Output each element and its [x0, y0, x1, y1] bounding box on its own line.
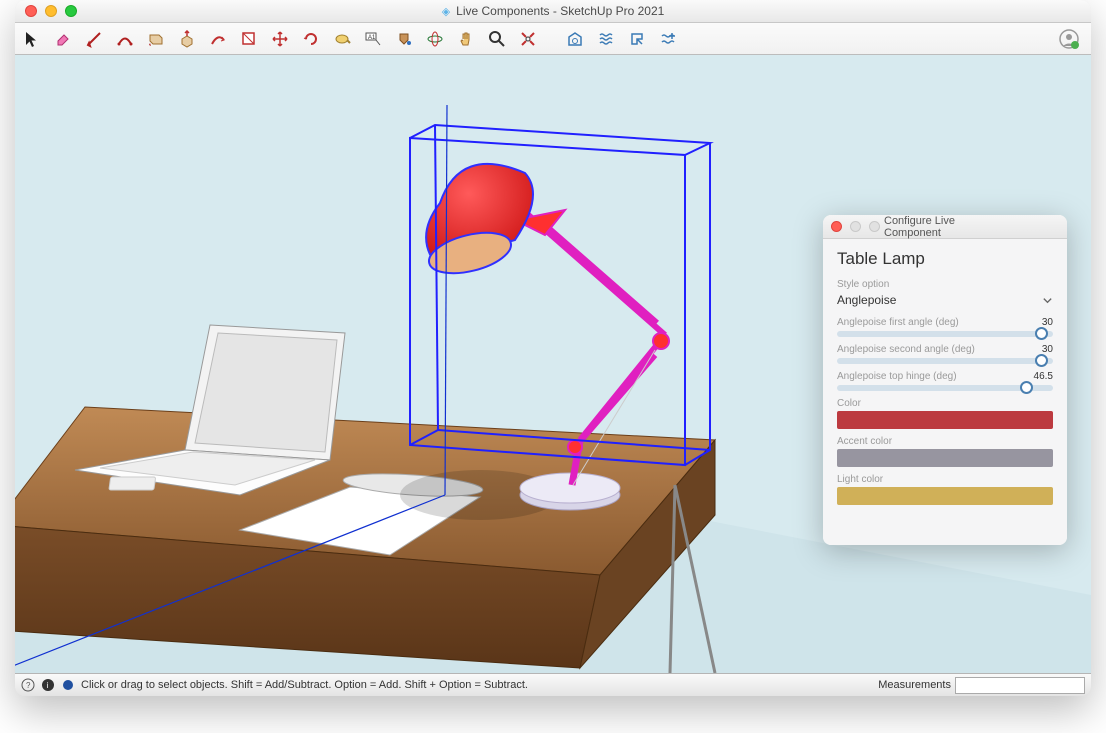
zoom-extents-icon[interactable]: [519, 30, 537, 48]
select-tool-icon[interactable]: [23, 30, 41, 48]
move-tool-icon[interactable]: [271, 30, 289, 48]
anglepoise-first-angle-slider[interactable]: 30: [837, 331, 1053, 337]
slider-thumb[interactable]: [1020, 381, 1033, 394]
app-window: Live Components - SketchUp Pro 2021 A1: [15, 0, 1091, 696]
info-icon[interactable]: i: [41, 678, 55, 692]
rotate-tool-icon[interactable]: [302, 30, 320, 48]
svg-text:?: ?: [26, 681, 31, 690]
chevron-down-icon: [1042, 295, 1053, 306]
anglepoise-second-angle-slider[interactable]: 30: [837, 358, 1053, 364]
offset-tool-icon[interactable]: [209, 30, 227, 48]
status-hint: Click or drag to select objects. Shift =…: [81, 679, 528, 691]
line-tool-icon[interactable]: [85, 30, 103, 48]
style-option-label: Style option: [837, 279, 1053, 290]
color-swatch[interactable]: [837, 411, 1053, 429]
pan-tool-icon[interactable]: [457, 30, 475, 48]
eraser-tool-icon[interactable]: [54, 30, 72, 48]
light-color-swatch[interactable]: [837, 487, 1053, 505]
layout-icon[interactable]: [628, 30, 646, 48]
color-label-1: Accent color: [837, 436, 1053, 447]
panel-zoom-button[interactable]: [869, 221, 880, 232]
color-label-2: Light color: [837, 474, 1053, 485]
rectangle-tool-icon[interactable]: [147, 30, 165, 48]
orbit-tool-icon[interactable]: [426, 30, 444, 48]
arc-tool-icon[interactable]: [116, 30, 134, 48]
measurements-input[interactable]: [955, 677, 1085, 694]
zoom-window-button[interactable]: [65, 5, 77, 17]
paint-tool-icon[interactable]: [395, 30, 413, 48]
svg-text:A1: A1: [368, 35, 376, 41]
help-icon[interactable]: ?: [21, 678, 35, 692]
add-location-icon[interactable]: [659, 30, 677, 48]
geolocation-icon[interactable]: [61, 678, 75, 692]
slider-label-2: Anglepoise top hinge (deg): [837, 371, 1053, 382]
panel-close-button[interactable]: [831, 221, 842, 232]
style-option-select[interactable]: Anglepoise: [837, 290, 1053, 310]
statusbar: ? i Click or drag to select objects. Shi…: [15, 673, 1091, 696]
tape-tool-icon[interactable]: [333, 30, 351, 48]
panel-title: Configure Live Component: [884, 215, 1006, 239]
slider-label-0: Anglepoise first angle (deg): [837, 317, 1053, 328]
color-label-0: Color: [837, 398, 1053, 409]
titlebar: Live Components - SketchUp Pro 2021: [15, 0, 1091, 23]
toolbar: A1: [15, 23, 1091, 55]
text-tool-icon[interactable]: A1: [364, 30, 382, 48]
slider-thumb[interactable]: [1035, 354, 1048, 367]
svg-text:i: i: [47, 681, 49, 690]
zoom-tool-icon[interactable]: [488, 30, 506, 48]
panel-minimize-button[interactable]: [850, 221, 861, 232]
close-window-button[interactable]: [25, 5, 37, 17]
measurements-label: Measurements: [878, 679, 951, 691]
user-account-icon[interactable]: [1059, 29, 1079, 49]
3d-viewport[interactable]: Configure Live Component Table Lamp Styl…: [15, 55, 1091, 673]
panel-header: Table Lamp: [837, 249, 1053, 269]
pushpull-tool-icon[interactable]: [178, 30, 196, 48]
extension-warehouse-icon[interactable]: [597, 30, 615, 48]
minimize-window-button[interactable]: [45, 5, 57, 17]
configure-live-component-panel: Configure Live Component Table Lamp Styl…: [823, 215, 1067, 545]
3dwarehouse-icon[interactable]: [566, 30, 584, 48]
make-component-icon[interactable]: [240, 30, 258, 48]
slider-thumb[interactable]: [1035, 327, 1048, 340]
anglepoise-top-hinge-slider[interactable]: 46.5: [837, 385, 1053, 391]
panel-titlebar: Configure Live Component: [823, 215, 1067, 239]
slider-label-1: Anglepoise second angle (deg): [837, 344, 1053, 355]
window-controls: [15, 5, 77, 17]
window-title: Live Components - SketchUp Pro 2021: [442, 4, 665, 18]
accent-color-swatch[interactable]: [837, 449, 1053, 467]
